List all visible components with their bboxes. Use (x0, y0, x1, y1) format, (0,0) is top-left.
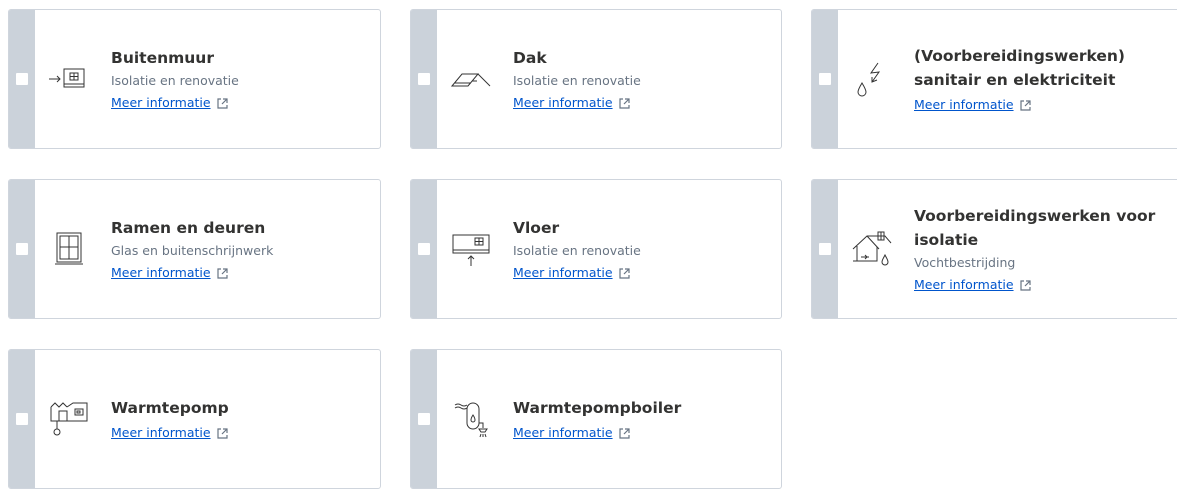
card-dak[interactable]: Dak Isolatie en renovatie Meer informati… (410, 9, 782, 149)
card-subtitle: Vochtbestrijding (914, 255, 1016, 270)
heat-pump-boiler-icon (445, 350, 497, 488)
external-link-icon (216, 427, 228, 439)
card-rail (812, 10, 838, 148)
more-info-link[interactable]: Meer informatie (111, 264, 228, 282)
card-title: Buitenmuur (111, 49, 214, 67)
card-title: Voorbereidingswerken voor isolatie (914, 207, 1156, 249)
outer-wall-icon (43, 10, 95, 148)
card-title: Vloer (513, 219, 560, 237)
card-ramen-en-deuren[interactable]: Ramen en deuren Glas en buitenschrijnwer… (8, 179, 381, 319)
floor-icon (445, 180, 497, 318)
more-info-label: Meer informatie (914, 97, 1014, 112)
card-title: Ramen en deuren (111, 219, 266, 237)
external-link-icon (216, 97, 228, 109)
card-rail (9, 350, 35, 488)
checkbox[interactable] (16, 413, 28, 425)
card-title: Warmtepompboiler (513, 399, 682, 417)
card-buitenmuur[interactable]: Buitenmuur Isolatie en renovatie Meer in… (8, 9, 381, 149)
card-subtitle: Isolatie en renovatie (111, 73, 239, 88)
more-info-link[interactable]: Meer informatie (914, 276, 1031, 294)
checkbox[interactable] (819, 243, 831, 255)
checkbox[interactable] (418, 243, 430, 255)
card-warmtepompboiler[interactable]: Warmtepompboiler Meer informatie (410, 349, 782, 489)
house-moisture-icon (846, 180, 898, 318)
card-rail (411, 10, 437, 148)
card-rail (411, 180, 437, 318)
external-link-icon (216, 267, 228, 279)
checkbox[interactable] (418, 413, 430, 425)
more-info-link[interactable]: Meer informatie (914, 96, 1031, 114)
heat-pump-icon (43, 350, 95, 488)
more-info-label: Meer informatie (513, 425, 613, 440)
card-subtitle: Glas en buitenschrijnwerk (111, 243, 274, 258)
window-icon (43, 180, 95, 318)
checkbox[interactable] (16, 73, 28, 85)
card-voorbereidingswerken-isolatie[interactable]: Voorbereidingswerken voor isolatie Vocht… (811, 179, 1177, 319)
card-title: Dak (513, 49, 547, 67)
more-info-label: Meer informatie (513, 95, 613, 110)
card-rail (9, 180, 35, 318)
card-rail (812, 180, 838, 318)
external-link-icon (618, 427, 630, 439)
more-info-label: Meer informatie (111, 425, 211, 440)
card-sanitair-elektriciteit[interactable]: (Voorbereidingswerken) sanitair en elekt… (811, 9, 1177, 149)
card-warmtepomp[interactable]: Warmtepomp Meer informatie (8, 349, 381, 489)
more-info-label: Meer informatie (111, 95, 211, 110)
water-electricity-icon (846, 10, 898, 148)
external-link-icon (1019, 279, 1031, 291)
card-title: (Voorbereidingswerken) sanitair en elekt… (914, 47, 1126, 89)
external-link-icon (618, 97, 630, 109)
more-info-link[interactable]: Meer informatie (513, 264, 630, 282)
more-info-label: Meer informatie (914, 277, 1014, 292)
card-title: Warmtepomp (111, 399, 229, 417)
roof-icon (445, 10, 497, 148)
external-link-icon (618, 267, 630, 279)
card-rail (9, 10, 35, 148)
more-info-link[interactable]: Meer informatie (111, 424, 228, 442)
checkbox[interactable] (819, 73, 831, 85)
external-link-icon (1019, 99, 1031, 111)
more-info-link[interactable]: Meer informatie (513, 424, 630, 442)
checkbox[interactable] (418, 73, 430, 85)
card-rail (411, 350, 437, 488)
more-info-link[interactable]: Meer informatie (513, 94, 630, 112)
card-vloer[interactable]: Vloer Isolatie en renovatie Meer informa… (410, 179, 782, 319)
more-info-link[interactable]: Meer informatie (111, 94, 228, 112)
more-info-label: Meer informatie (111, 265, 211, 280)
card-subtitle: Isolatie en renovatie (513, 73, 641, 88)
checkbox[interactable] (16, 243, 28, 255)
more-info-label: Meer informatie (513, 265, 613, 280)
card-subtitle: Isolatie en renovatie (513, 243, 641, 258)
